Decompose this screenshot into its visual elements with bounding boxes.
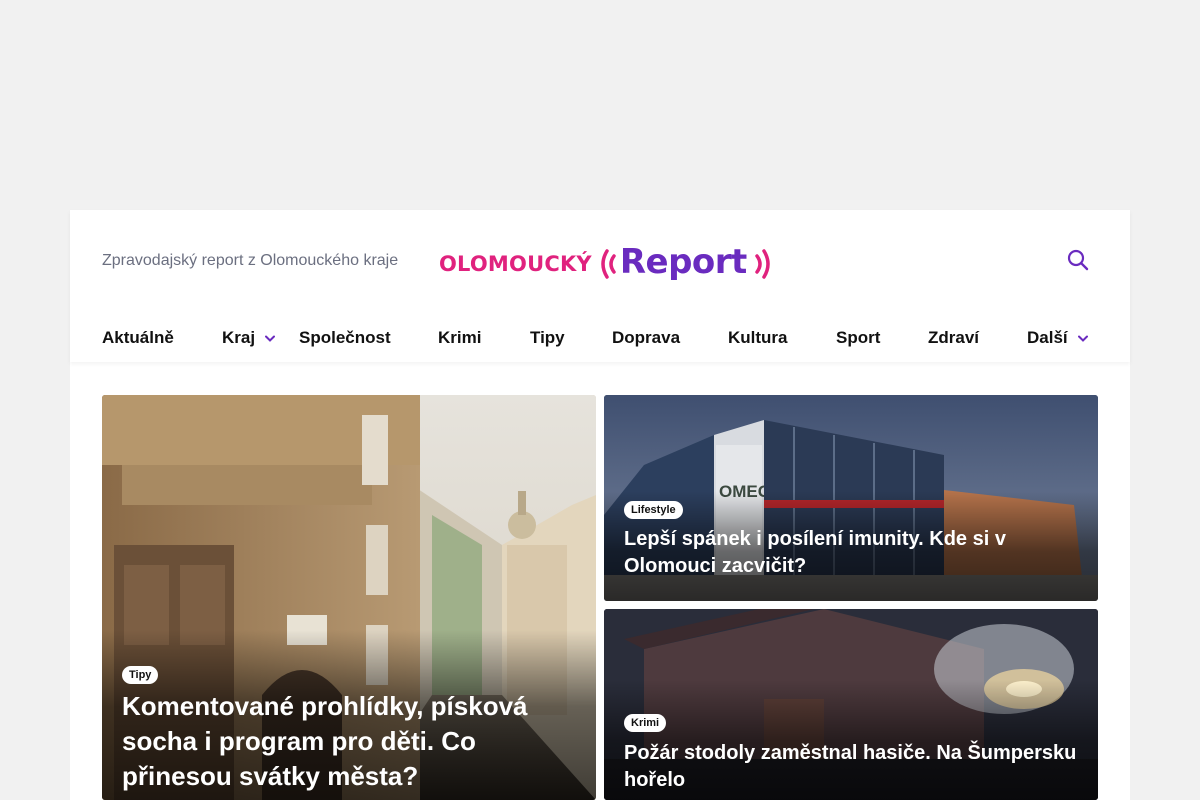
search-icon	[1067, 249, 1089, 271]
nav-item-spolecnost[interactable]: Společnost	[299, 328, 391, 348]
nav-item-label: Doprava	[612, 328, 681, 347]
nav-item-kultura[interactable]: Kultura	[728, 328, 788, 348]
nav-item-sport[interactable]: Sport	[836, 328, 880, 348]
search-button[interactable]	[1066, 248, 1090, 272]
nav-item-label: Kraj	[222, 328, 256, 347]
nav-item-label: Další	[1027, 328, 1068, 347]
article-card-lifestyle[interactable]: OMEGA Lifestyle Lepší spánek i posílení …	[604, 395, 1098, 601]
article-title[interactable]: Požár stodoly zaměstnal hasiče. Na Šumpe…	[624, 740, 1094, 794]
nav-item-label: Společnost	[299, 328, 391, 347]
nav-item-label: Aktuálně	[102, 328, 174, 347]
featured-article-title[interactable]: Komentované prohlídky, písková socha i p…	[122, 689, 562, 794]
site-header: Zpravodajský report z Olomouckého kraje …	[70, 210, 1130, 362]
category-badge[interactable]: Krimi	[624, 714, 667, 732]
article-title[interactable]: Lepší spánek i posílení imunity. Kde si …	[624, 526, 1044, 580]
page-frame: Zpravodajský report z Olomouckého kraje …	[70, 210, 1130, 800]
nav-item-doprava[interactable]: Doprava	[612, 328, 680, 348]
category-badge[interactable]: Lifestyle	[624, 501, 683, 519]
article-card-krimi[interactable]: Krimi Požár stodoly zaměstnal hasiče. Na…	[604, 609, 1098, 800]
nav-item-dalsi[interactable]: Další	[1027, 328, 1088, 348]
site-logo[interactable]: OLOMOUCKÝ Report	[439, 242, 770, 282]
category-badge[interactable]: Tipy	[122, 666, 159, 684]
nav-item-label: Zdraví	[928, 328, 980, 347]
featured-article-card[interactable]: Tipy Komentované prohlídky, písková soch…	[102, 395, 596, 800]
nav-item-tipy[interactable]: Tipy	[530, 328, 565, 348]
logo-word: OLOMOUCKÝ	[439, 252, 592, 276]
nav-item-krimi[interactable]: Krimi	[438, 328, 481, 348]
site-tagline: Zpravodajský report z Olomouckého kraje	[102, 252, 399, 269]
chevron-down-icon	[1077, 335, 1088, 342]
logo-brand: Report	[619, 242, 747, 282]
nav-item-kraj[interactable]: Kraj	[222, 328, 276, 348]
nav-item-label: Krimi	[438, 328, 482, 347]
broadcast-left-icon	[598, 247, 618, 281]
nav-item-zdravi[interactable]: Zdraví	[928, 328, 979, 348]
nav-item-label: Kultura	[728, 328, 788, 347]
nav-item-label: Sport	[836, 328, 881, 347]
nav-item-label: Tipy	[530, 328, 565, 347]
chevron-down-icon	[265, 335, 276, 342]
article-grid: Tipy Komentované prohlídky, písková soch…	[102, 395, 1098, 800]
nav-item-aktualne[interactable]: Aktuálně	[102, 328, 174, 348]
broadcast-right-icon	[753, 247, 773, 281]
main-nav: Aktuálně Kraj Společnost Krimi Tipy Dopr…	[102, 328, 1092, 352]
